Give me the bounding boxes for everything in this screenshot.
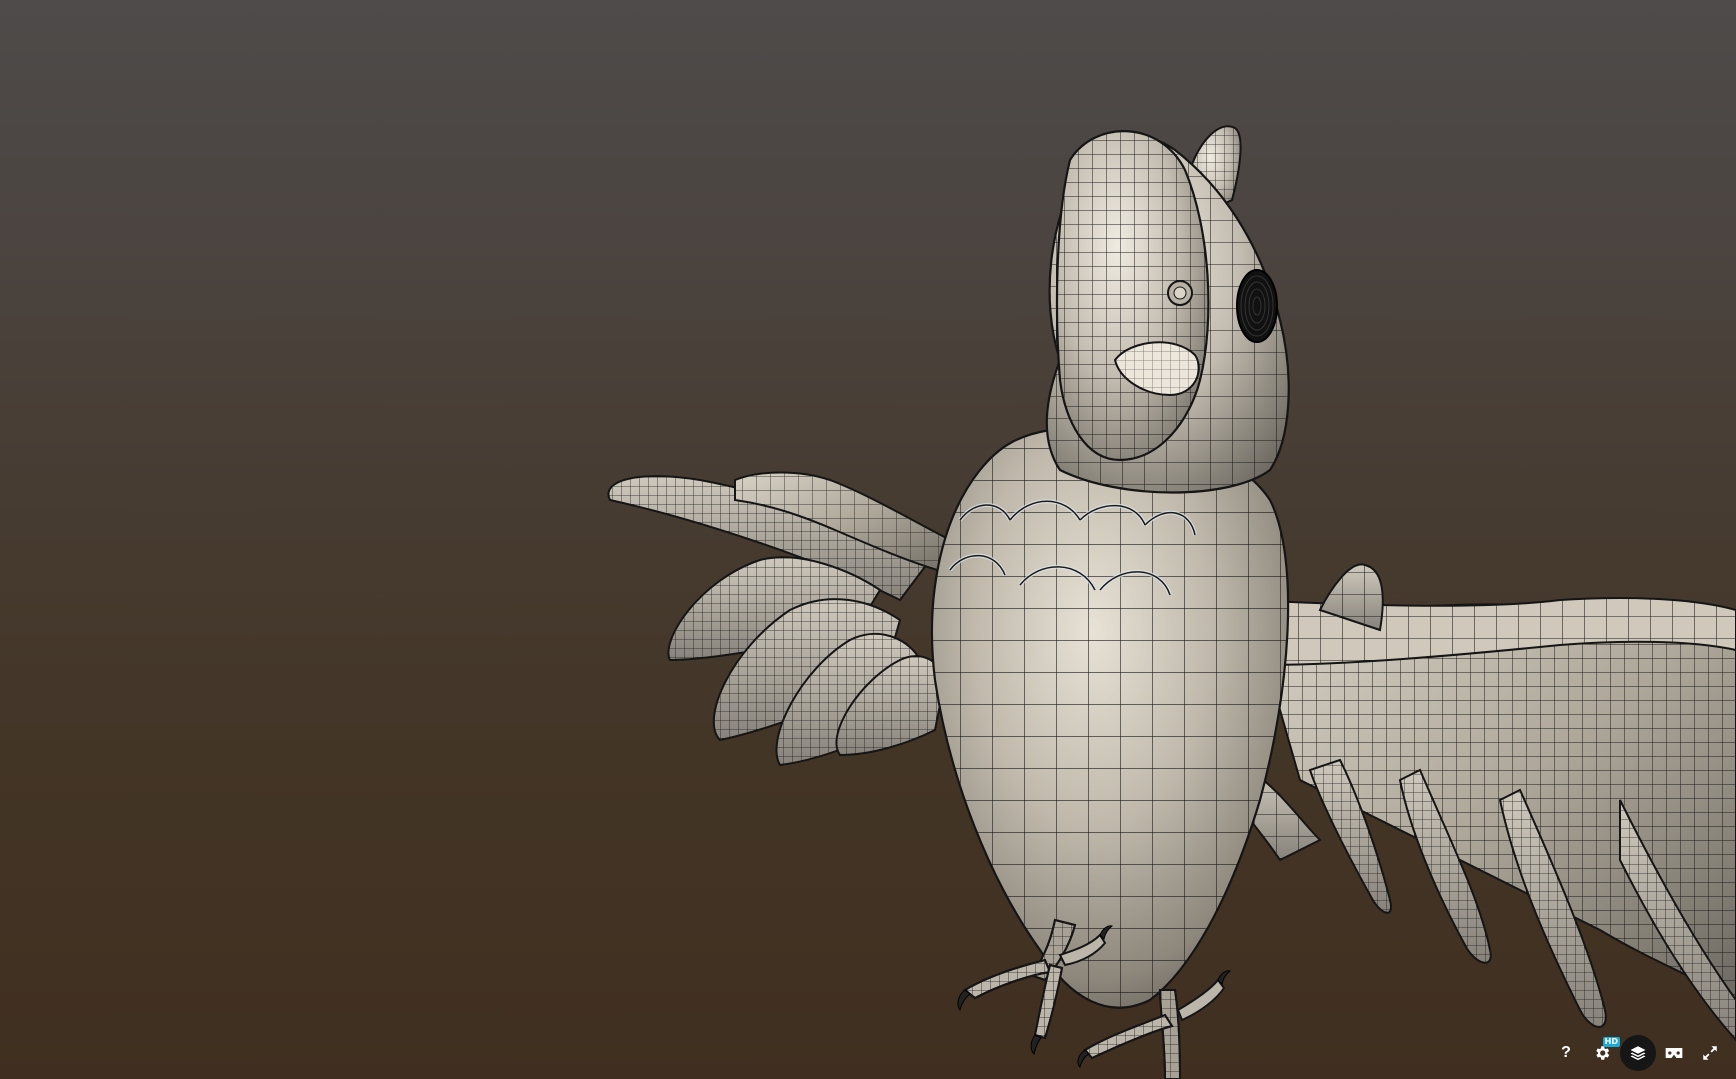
vr-icon — [1665, 1048, 1683, 1058]
hd-badge: HD — [1602, 1037, 1620, 1047]
help-icon: ? — [1561, 1044, 1571, 1061]
settings-button[interactable]: HD — [1584, 1035, 1620, 1071]
right-wing — [1248, 563, 1736, 1042]
vr-button[interactable] — [1656, 1035, 1692, 1071]
parrot-eye — [1236, 269, 1278, 343]
viewer-controls: ? HD — [1548, 1033, 1728, 1073]
fullscreen-icon — [1703, 1046, 1717, 1060]
parrot-head — [1045, 125, 1290, 494]
left-wing — [607, 471, 962, 767]
parrot-body — [930, 426, 1290, 1009]
layers-button[interactable] — [1620, 1035, 1656, 1071]
layers-icon — [1630, 1046, 1646, 1061]
3d-viewport[interactable] — [0, 0, 1736, 1079]
parrot-model — [607, 125, 1736, 1079]
help-button[interactable]: ? — [1548, 1035, 1584, 1071]
fullscreen-button[interactable] — [1692, 1035, 1728, 1071]
